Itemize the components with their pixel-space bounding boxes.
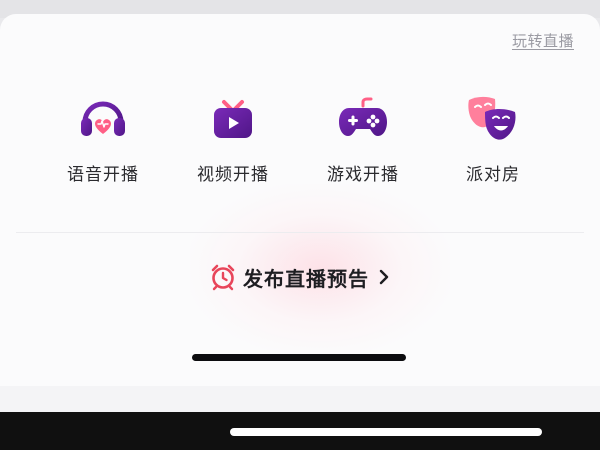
option-label: 派对房: [466, 165, 520, 185]
chevron-right-icon: [379, 269, 389, 285]
live-start-screen: { "header": { "link_label": "玩转直播" }, "o…: [0, 0, 600, 450]
option-video-live[interactable]: 视频开播: [178, 90, 288, 185]
option-label: 视频开播: [197, 165, 269, 185]
option-party-room[interactable]: 派对房: [438, 90, 548, 185]
tv-play-icon: [214, 100, 252, 138]
option-game-live[interactable]: 游戏开播: [308, 90, 418, 185]
home-indicator[interactable]: [230, 428, 542, 436]
alarm-clock-icon: [211, 264, 235, 291]
sheet-home-indicator: [192, 354, 406, 361]
bottom-sheet: 玩转直播 语音开播 视频开播 游戏开播 派对房 发布直播预告: [0, 14, 600, 386]
publish-preview-label: 发布直播预告: [243, 266, 369, 291]
headphones-icon: [81, 101, 125, 136]
live-options: 语音开播 视频开播 游戏开播 派对房: [0, 90, 600, 200]
option-voice-live[interactable]: 语音开播: [48, 90, 158, 185]
publish-preview-button[interactable]: 发布直播预告: [0, 260, 600, 294]
gamepad-icon: [339, 97, 387, 136]
option-label: 游戏开播: [327, 165, 399, 185]
divider: [16, 232, 584, 233]
option-label: 语音开播: [67, 165, 139, 185]
play-live-link[interactable]: 玩转直播: [512, 30, 574, 51]
party-masks-icon: [468, 96, 516, 140]
